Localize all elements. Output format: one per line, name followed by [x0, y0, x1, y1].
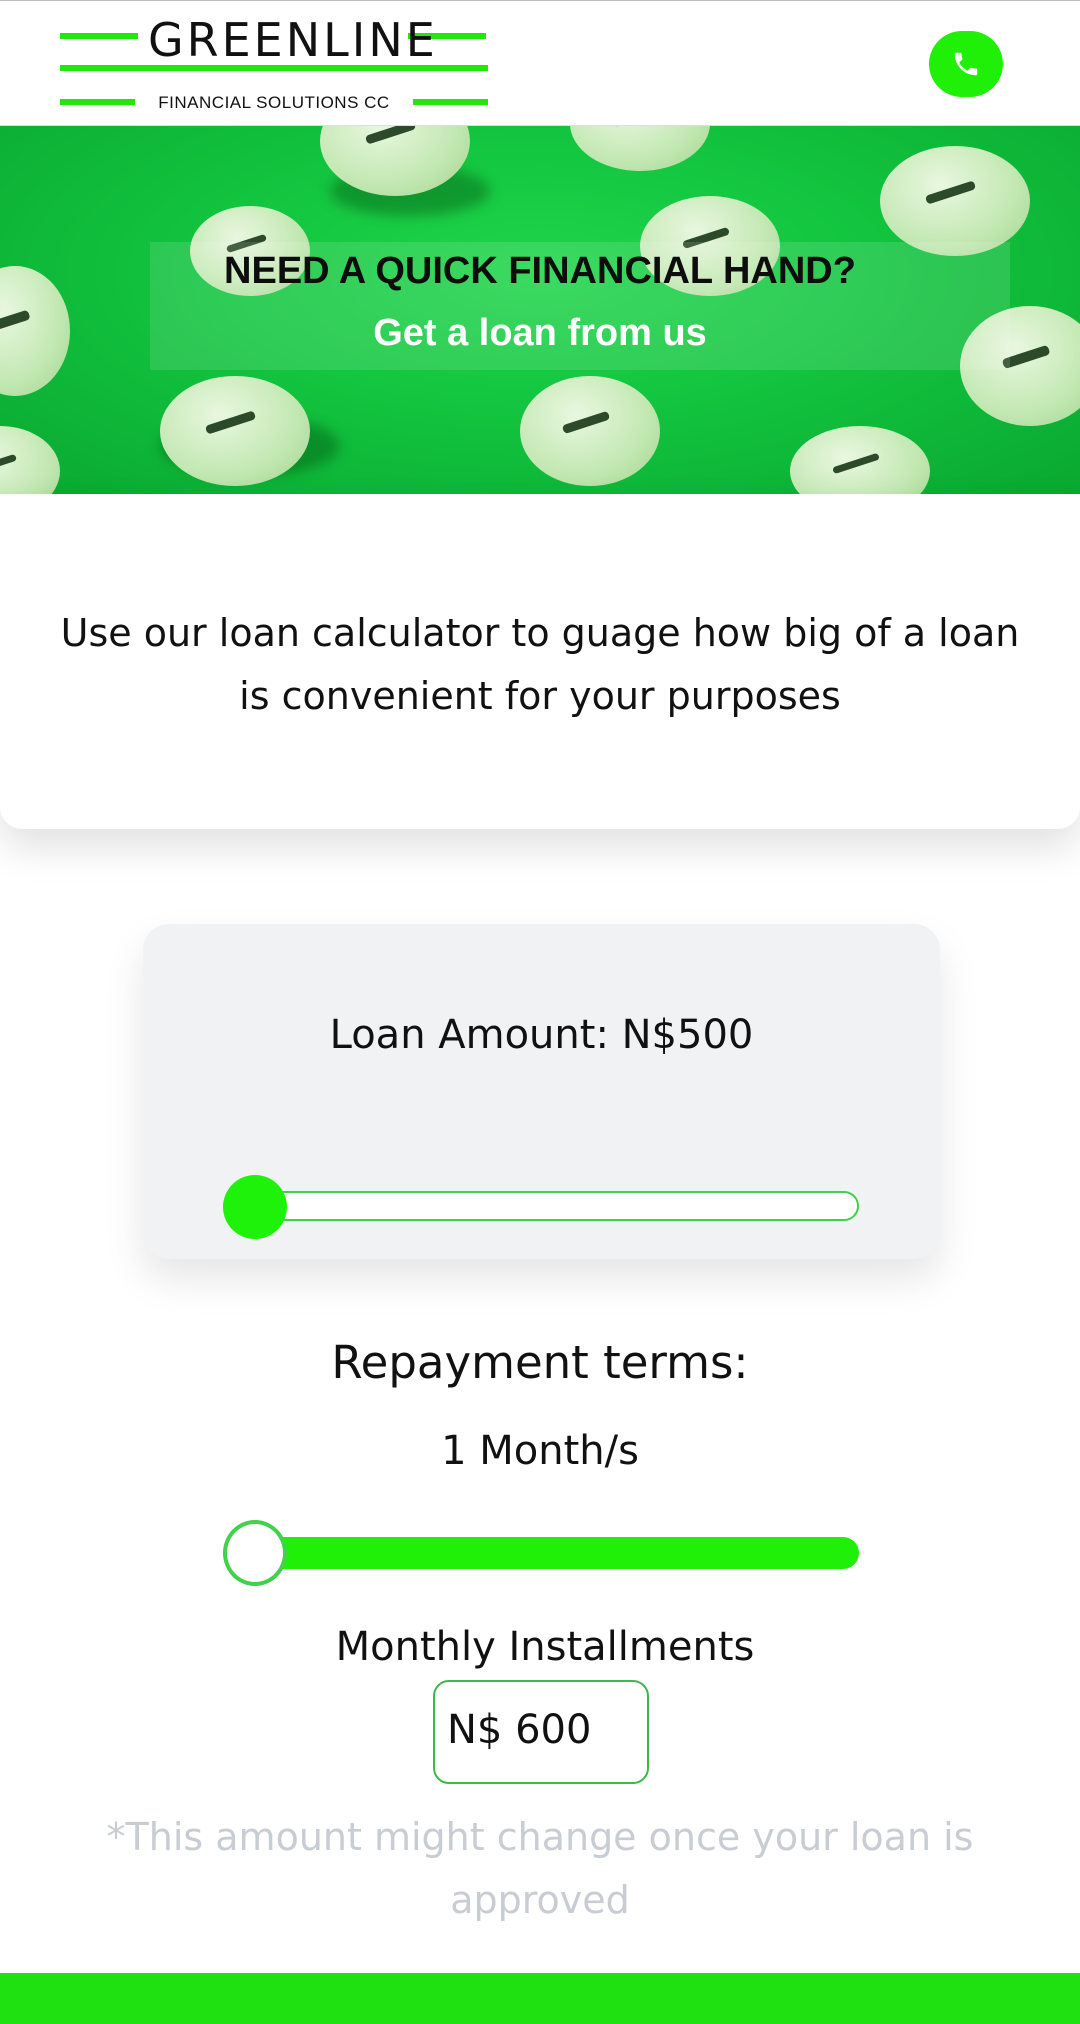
repayment-terms-slider[interactable] — [223, 1537, 859, 1569]
monthly-installments-label: Monthly Installments — [335, 1624, 755, 1670]
piggy-bank-image — [160, 376, 310, 486]
site-header: GREENLINE FINANCIAL SOLUTIONS CC — [0, 0, 1080, 126]
logo-brand: GREENLINE — [148, 13, 438, 67]
logo-tagline: FINANCIAL SOLUTIONS CC — [158, 93, 390, 112]
piggy-bank-image — [520, 376, 660, 486]
disclaimer-text: *This amount might change once your loan… — [106, 1815, 974, 1922]
hero-subtitle: Get a loan from us — [373, 312, 707, 354]
piggy-bank-image — [0, 426, 60, 494]
intro-text: Use our loan calculator to guage how big… — [60, 611, 1020, 718]
loan-amount-label: Loan Amount: N$500 — [329, 1012, 754, 1058]
hero-title: NEED A QUICK FINANCIAL HAND? — [224, 250, 856, 292]
repayment-terms-slider-thumb[interactable] — [223, 1520, 287, 1586]
monthly-installments-field[interactable]: N$ 600 — [433, 1680, 649, 1784]
phone-icon — [954, 52, 978, 76]
hero-banner: NEED A QUICK FINANCIAL HAND? Get a loan … — [0, 126, 1080, 494]
loan-amount-slider[interactable] — [223, 1191, 859, 1221]
repayment-terms-value: 1 Month/s — [441, 1428, 639, 1474]
loan-amount-card: Loan Amount: N$500 — [143, 924, 940, 1259]
logo-line — [413, 99, 488, 105]
footer-bar — [0, 1973, 1080, 2024]
call-button[interactable] — [929, 31, 1003, 97]
loan-amount-slider-thumb[interactable] — [223, 1175, 287, 1239]
piggy-bank-image — [880, 146, 1030, 256]
piggy-bank-image — [570, 126, 710, 171]
logo-line — [60, 99, 135, 105]
piggy-bank-image — [790, 426, 930, 494]
logo-line — [60, 33, 138, 39]
repayment-terms-title: Repayment terms: — [331, 1336, 749, 1389]
greenline-logo[interactable]: GREENLINE FINANCIAL SOLUTIONS CC — [58, 13, 490, 113]
intro-card: Use our loan calculator to guage how big… — [0, 494, 1080, 829]
